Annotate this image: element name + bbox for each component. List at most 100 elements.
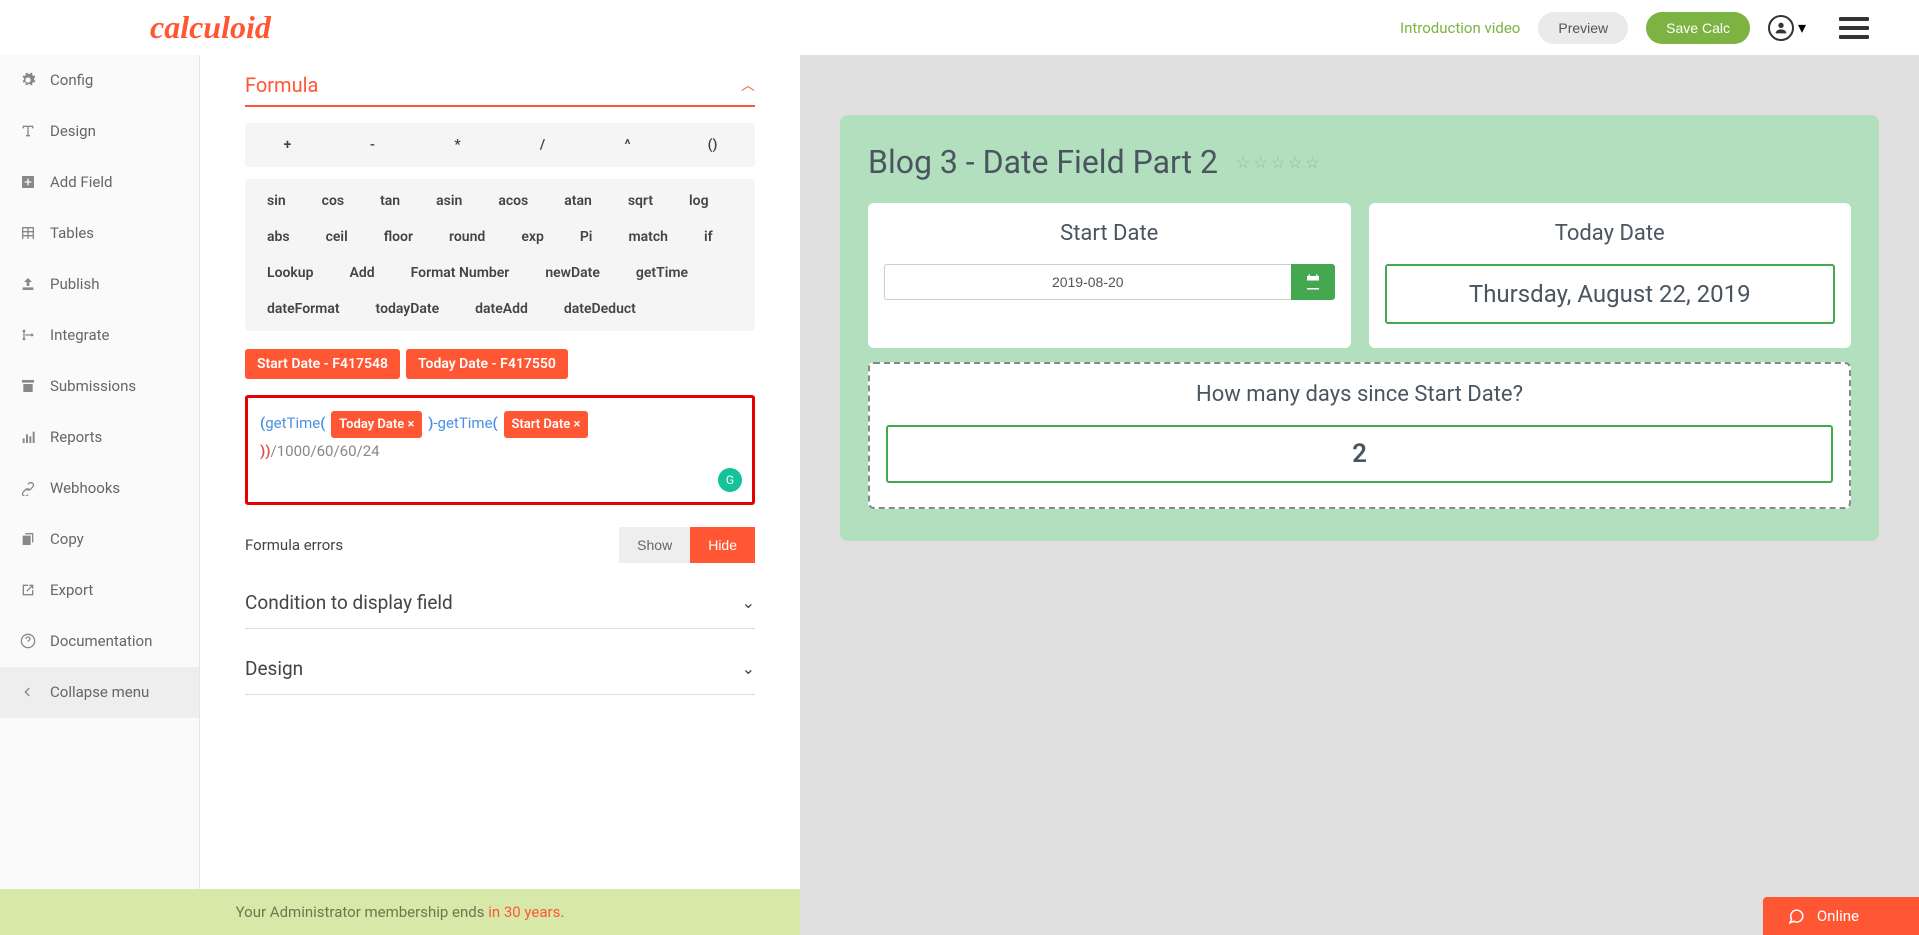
- avatar-icon: [1768, 15, 1794, 41]
- result-value: 2: [886, 425, 1833, 483]
- fn-gettime[interactable]: getTime: [618, 255, 706, 291]
- field-tag-today-date[interactable]: Today Date - F417550: [406, 349, 568, 379]
- sidebar-item-publish[interactable]: Publish: [0, 259, 199, 310]
- link-icon: [20, 480, 36, 496]
- sidebar-item-label: Tables: [50, 224, 94, 242]
- fields-row: Start Date Today Date Thursday, August 2…: [868, 203, 1851, 348]
- op-minus[interactable]: -: [330, 127, 415, 163]
- function-grid: sin cos tan asin acos atan sqrt log abs …: [245, 179, 755, 331]
- fn-sin[interactable]: sin: [249, 183, 304, 219]
- chevron-down-icon: ⌄: [742, 659, 755, 678]
- formula-content: (getTime( Today Date × )-getTime( Start …: [260, 410, 740, 465]
- fn-round[interactable]: round: [431, 219, 503, 255]
- sidebar-item-reports[interactable]: Reports: [0, 412, 199, 463]
- close-icon: ×: [407, 417, 414, 432]
- chat-icon: [1787, 907, 1805, 925]
- fn-format-number[interactable]: Format Number: [393, 255, 528, 291]
- sidebar-item-add-field[interactable]: Add Field: [0, 157, 199, 208]
- fn-log[interactable]: log: [671, 183, 727, 219]
- sidebar-item-tables[interactable]: Tables: [0, 208, 199, 259]
- hide-errors-button[interactable]: Hide: [690, 527, 755, 563]
- fn-match[interactable]: match: [610, 219, 686, 255]
- field-tag-start-date[interactable]: Start Date - F417548: [245, 349, 400, 379]
- plus-box-icon: [20, 174, 36, 190]
- main: Config Design Add Field Tables Publish I…: [0, 55, 1919, 935]
- fn-lookup[interactable]: Lookup: [249, 255, 332, 291]
- today-date-card: Today Date Thursday, August 22, 2019: [1369, 203, 1852, 348]
- token-tag-start[interactable]: Start Date ×: [504, 411, 589, 438]
- op-plus[interactable]: +: [245, 127, 330, 163]
- sidebar-item-design[interactable]: Design: [0, 106, 199, 157]
- fn-atan[interactable]: atan: [546, 183, 610, 219]
- sidebar-item-label: Collapse menu: [50, 683, 149, 701]
- calendar-icon: [1304, 273, 1322, 291]
- fn-newdate[interactable]: newDate: [527, 255, 618, 291]
- gear-icon: [20, 72, 36, 88]
- errors-label: Formula errors: [245, 536, 343, 554]
- token-tag-today[interactable]: Today Date ×: [331, 411, 422, 438]
- fn-datededuct[interactable]: dateDeduct: [546, 291, 654, 327]
- fn-cos[interactable]: cos: [304, 183, 362, 219]
- condition-section[interactable]: Condition to display field ⌄: [245, 573, 755, 629]
- token-paren: (: [493, 414, 498, 432]
- grammarly-icon[interactable]: G: [718, 468, 742, 492]
- sidebar-item-integrate[interactable]: Integrate: [0, 310, 199, 361]
- result-card[interactable]: How many days since Start Date? 2: [868, 362, 1851, 509]
- fn-floor[interactable]: floor: [366, 219, 431, 255]
- sidebar-item-documentation[interactable]: Documentation: [0, 616, 199, 667]
- fn-pi[interactable]: Pi: [562, 219, 611, 255]
- footer-accent: in 30 years: [488, 903, 560, 921]
- fn-tan[interactable]: tan: [362, 183, 418, 219]
- sidebar-item-config[interactable]: Config: [0, 55, 199, 106]
- formula-section-header[interactable]: Formula ︿: [245, 55, 755, 107]
- text-icon: [20, 123, 36, 139]
- user-menu[interactable]: ▾: [1768, 15, 1806, 41]
- sidebar-item-copy[interactable]: Copy: [0, 514, 199, 565]
- calendar-button[interactable]: [1291, 264, 1335, 300]
- fn-if[interactable]: if: [686, 219, 731, 255]
- sidebar-item-label: Export: [50, 581, 93, 599]
- operator-grid: + - * / ^ (): [245, 123, 755, 167]
- star-rating[interactable]: ☆ ☆ ☆ ☆ ☆: [1236, 153, 1320, 172]
- editor-panel: Formula ︿ + - * / ^ () sin cos tan asin …: [200, 55, 800, 935]
- token-fn: getTime: [265, 414, 320, 432]
- fn-ceil[interactable]: ceil: [308, 219, 366, 255]
- calc-title: Blog 3 - Date Field Part 2: [868, 143, 1218, 181]
- fn-todaydate[interactable]: todayDate: [358, 291, 458, 327]
- star-icon: ☆: [1236, 153, 1250, 172]
- archive-icon: [20, 378, 36, 394]
- op-divide[interactable]: /: [500, 127, 585, 163]
- sidebar-item-submissions[interactable]: Submissions: [0, 361, 199, 412]
- fn-exp[interactable]: exp: [503, 219, 562, 255]
- fn-dateformat[interactable]: dateFormat: [249, 291, 358, 327]
- preview-button[interactable]: Preview: [1538, 12, 1628, 44]
- sidebar-item-webhooks[interactable]: Webhooks: [0, 463, 199, 514]
- design-section[interactable]: Design ⌄: [245, 639, 755, 695]
- table-icon: [20, 225, 36, 241]
- intro-video-link[interactable]: Introduction video: [1400, 19, 1520, 37]
- sidebar: Config Design Add Field Tables Publish I…: [0, 55, 200, 935]
- formula-editor[interactable]: (getTime( Today Date × )-getTime( Start …: [245, 395, 755, 505]
- result-label: How many days since Start Date?: [886, 382, 1833, 407]
- sidebar-item-label: Publish: [50, 275, 99, 293]
- sidebar-item-export[interactable]: Export: [0, 565, 199, 616]
- start-date-input[interactable]: [884, 264, 1291, 300]
- close-icon: ×: [573, 417, 580, 432]
- hamburger-menu[interactable]: [1839, 17, 1869, 39]
- fn-sqrt[interactable]: sqrt: [610, 183, 671, 219]
- online-chat-widget[interactable]: Online: [1763, 897, 1919, 935]
- today-date-value: Thursday, August 22, 2019: [1385, 264, 1836, 324]
- formula-title: Formula: [245, 73, 318, 97]
- fn-acos[interactable]: acos: [480, 183, 546, 219]
- fn-asin[interactable]: asin: [418, 183, 480, 219]
- fn-abs[interactable]: abs: [249, 219, 308, 255]
- fn-dateadd[interactable]: dateAdd: [457, 291, 546, 327]
- sidebar-item-label: Documentation: [50, 632, 152, 650]
- op-multiply[interactable]: *: [415, 127, 500, 163]
- sidebar-item-collapse[interactable]: Collapse menu: [0, 667, 199, 718]
- save-calc-button[interactable]: Save Calc: [1646, 12, 1750, 44]
- show-errors-button[interactable]: Show: [619, 527, 690, 563]
- op-parens[interactable]: (): [670, 127, 755, 163]
- op-power[interactable]: ^: [585, 127, 670, 163]
- fn-add[interactable]: Add: [332, 255, 393, 291]
